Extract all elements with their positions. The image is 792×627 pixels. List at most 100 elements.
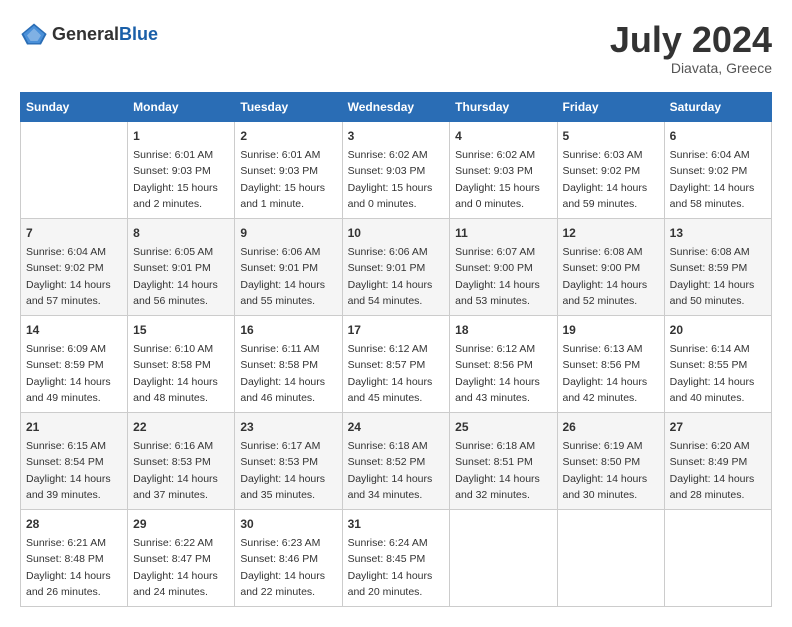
day-number: 18	[455, 321, 551, 339]
title-block: July 2024 Diavata, Greece	[610, 20, 772, 76]
day-number: 21	[26, 418, 122, 436]
calendar-cell: 31 Sunrise: 6:24 AMSunset: 8:45 PMDayligh…	[342, 509, 450, 606]
calendar-cell: 11 Sunrise: 6:07 AMSunset: 9:00 PMDayligh…	[450, 218, 557, 315]
day-number: 22	[133, 418, 229, 436]
day-number: 19	[563, 321, 659, 339]
calendar-week-4: 21 Sunrise: 6:15 AMSunset: 8:54 PMDayligh…	[21, 412, 772, 509]
day-number: 30	[240, 515, 336, 533]
day-number: 2	[240, 127, 336, 145]
col-tuesday: Tuesday	[235, 92, 342, 121]
calendar-cell: 14 Sunrise: 6:09 AMSunset: 8:59 PMDayligh…	[21, 315, 128, 412]
calendar-table: Sunday Monday Tuesday Wednesday Thursday…	[20, 92, 772, 607]
calendar-cell: 2 Sunrise: 6:01 AMSunset: 9:03 PMDaylight…	[235, 121, 342, 218]
cell-content: Sunrise: 6:01 AMSunset: 9:03 PMDaylight:…	[240, 149, 325, 211]
cell-content: Sunrise: 6:17 AMSunset: 8:53 PMDaylight:…	[240, 440, 325, 502]
calendar-cell	[450, 509, 557, 606]
calendar-cell: 29Sunrise: 6:22 AMSunset: 8:47 PMDayligh…	[128, 509, 235, 606]
calendar-header: Sunday Monday Tuesday Wednesday Thursday…	[21, 92, 772, 121]
day-number: 29	[133, 515, 229, 533]
day-number: 23	[240, 418, 336, 436]
page-header: GeneralBlue July 2024 Diavata, Greece	[20, 20, 772, 76]
calendar-cell: 19 Sunrise: 6:13 AMSunset: 8:56 PMDayligh…	[557, 315, 664, 412]
calendar-cell: 4Sunrise: 6:02 AMSunset: 9:03 PMDaylight…	[450, 121, 557, 218]
calendar-cell: 3Sunrise: 6:02 AMSunset: 9:03 PMDaylight…	[342, 121, 450, 218]
cell-content: Sunrise: 6:15 AMSunset: 8:54 PMDaylight:…	[26, 440, 111, 502]
cell-content: Sunrise: 6:14 AMSunset: 8:55 PMDaylight:…	[670, 343, 755, 405]
calendar-cell: 26 Sunrise: 6:19 AMSunset: 8:50 PMDayligh…	[557, 412, 664, 509]
col-saturday: Saturday	[664, 92, 771, 121]
cell-content: Sunrise: 6:06 AMSunset: 9:01 PMDaylight:…	[240, 246, 325, 308]
header-row: Sunday Monday Tuesday Wednesday Thursday…	[21, 92, 772, 121]
logo-icon	[20, 20, 48, 48]
calendar-cell: 5 Sunrise: 6:03 AMSunset: 9:02 PMDaylight…	[557, 121, 664, 218]
calendar-week-3: 14 Sunrise: 6:09 AMSunset: 8:59 PMDayligh…	[21, 315, 772, 412]
cell-content: Sunrise: 6:21 AMSunset: 8:48 PMDaylight:…	[26, 537, 111, 599]
calendar-week-1: 1Sunrise: 6:01 AMSunset: 9:03 PMDaylight…	[21, 121, 772, 218]
calendar-cell: 22 Sunrise: 6:16 AMSunset: 8:53 PMDayligh…	[128, 412, 235, 509]
cell-content: Sunrise: 6:20 AMSunset: 8:49 PMDaylight:…	[670, 440, 755, 502]
day-number: 26	[563, 418, 659, 436]
day-number: 11	[455, 224, 551, 242]
day-number: 14	[26, 321, 122, 339]
logo-blue: Blue	[119, 24, 158, 44]
cell-content: Sunrise: 6:07 AMSunset: 9:00 PMDaylight:…	[455, 246, 540, 308]
day-number: 6	[670, 127, 766, 145]
cell-content: Sunrise: 6:06 AMSunset: 9:01 PMDaylight:…	[348, 246, 433, 308]
cell-content: Sunrise: 6:12 AMSunset: 8:57 PMDaylight:…	[348, 343, 433, 405]
calendar-cell: 17 Sunrise: 6:12 AMSunset: 8:57 PMDayligh…	[342, 315, 450, 412]
day-number: 24	[348, 418, 445, 436]
cell-content: Sunrise: 6:19 AMSunset: 8:50 PMDaylight:…	[563, 440, 648, 502]
cell-content: Sunrise: 6:10 AMSunset: 8:58 PMDaylight:…	[133, 343, 218, 405]
calendar-cell	[557, 509, 664, 606]
logo-text: GeneralBlue	[52, 24, 158, 45]
cell-content: Sunrise: 6:08 AMSunset: 9:00 PMDaylight:…	[563, 246, 648, 308]
cell-content: Sunrise: 6:11 AMSunset: 8:58 PMDaylight:…	[240, 343, 325, 405]
day-number: 8	[133, 224, 229, 242]
day-number: 12	[563, 224, 659, 242]
col-friday: Friday	[557, 92, 664, 121]
calendar-cell: 6 Sunrise: 6:04 AMSunset: 9:02 PMDaylight…	[664, 121, 771, 218]
cell-content: Sunrise: 6:13 AMSunset: 8:56 PMDaylight:…	[563, 343, 648, 405]
cell-content: Sunrise: 6:04 AMSunset: 9:02 PMDaylight:…	[26, 246, 111, 308]
cell-content: Sunrise: 6:04 AMSunset: 9:02 PMDaylight:…	[670, 149, 755, 211]
cell-content: Sunrise: 6:01 AMSunset: 9:03 PMDaylight:…	[133, 149, 218, 211]
calendar-cell: 21 Sunrise: 6:15 AMSunset: 8:54 PMDayligh…	[21, 412, 128, 509]
cell-content: Sunrise: 6:12 AMSunset: 8:56 PMDaylight:…	[455, 343, 540, 405]
calendar-cell: 10 Sunrise: 6:06 AMSunset: 9:01 PMDayligh…	[342, 218, 450, 315]
calendar-cell: 8 Sunrise: 6:05 AMSunset: 9:01 PMDaylight…	[128, 218, 235, 315]
day-number: 15	[133, 321, 229, 339]
calendar-cell: 15 Sunrise: 6:10 AMSunset: 8:58 PMDayligh…	[128, 315, 235, 412]
calendar-cell: 9 Sunrise: 6:06 AMSunset: 9:01 PMDaylight…	[235, 218, 342, 315]
day-number: 5	[563, 127, 659, 145]
cell-content: Sunrise: 6:09 AMSunset: 8:59 PMDaylight:…	[26, 343, 111, 405]
logo-general: General	[52, 24, 119, 44]
day-number: 17	[348, 321, 445, 339]
calendar-cell: 7 Sunrise: 6:04 AMSunset: 9:02 PMDaylight…	[21, 218, 128, 315]
calendar-cell: 20Sunrise: 6:14 AMSunset: 8:55 PMDayligh…	[664, 315, 771, 412]
cell-content: Sunrise: 6:18 AMSunset: 8:51 PMDaylight:…	[455, 440, 540, 502]
cell-content: Sunrise: 6:03 AMSunset: 9:02 PMDaylight:…	[563, 149, 648, 211]
cell-content: Sunrise: 6:05 AMSunset: 9:01 PMDaylight:…	[133, 246, 218, 308]
calendar-cell	[21, 121, 128, 218]
day-number: 9	[240, 224, 336, 242]
calendar-cell: 25 Sunrise: 6:18 AMSunset: 8:51 PMDayligh…	[450, 412, 557, 509]
month-year: July 2024	[610, 20, 772, 60]
calendar-week-2: 7 Sunrise: 6:04 AMSunset: 9:02 PMDaylight…	[21, 218, 772, 315]
day-number: 27	[670, 418, 766, 436]
cell-content: Sunrise: 6:24 AMSunset: 8:45 PMDaylight:…	[348, 537, 433, 599]
cell-content: Sunrise: 6:16 AMSunset: 8:53 PMDaylight:…	[133, 440, 218, 502]
day-number: 10	[348, 224, 445, 242]
col-monday: Monday	[128, 92, 235, 121]
day-number: 7	[26, 224, 122, 242]
calendar-body: 1Sunrise: 6:01 AMSunset: 9:03 PMDaylight…	[21, 121, 772, 606]
cell-content: Sunrise: 6:18 AMSunset: 8:52 PMDaylight:…	[348, 440, 433, 502]
cell-content: Sunrise: 6:23 AMSunset: 8:46 PMDaylight:…	[240, 537, 325, 599]
day-number: 28	[26, 515, 122, 533]
day-number: 31	[348, 515, 445, 533]
location: Diavata, Greece	[610, 60, 772, 76]
calendar-cell	[664, 509, 771, 606]
calendar-week-5: 28 Sunrise: 6:21 AMSunset: 8:48 PMDayligh…	[21, 509, 772, 606]
day-number: 25	[455, 418, 551, 436]
cell-content: Sunrise: 6:02 AMSunset: 9:03 PMDaylight:…	[455, 149, 540, 211]
col-wednesday: Wednesday	[342, 92, 450, 121]
